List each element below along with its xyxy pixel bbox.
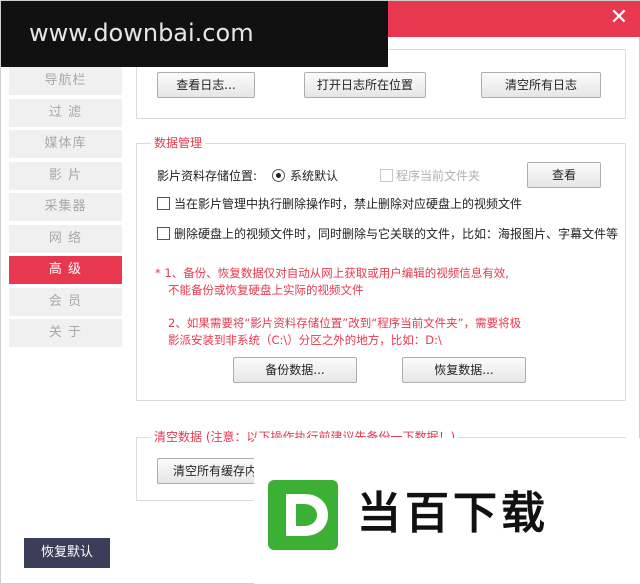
- note-line-1: * 1、备份、恢复数据仅对自动从网上获取或用户编辑的视频信息有效,: [155, 266, 509, 280]
- data-management-title: 数据管理: [151, 136, 206, 150]
- backup-data-button[interactable]: 备份数据...: [233, 357, 357, 383]
- prevent-delete-checkbox[interactable]: [157, 197, 170, 210]
- radio-selected-dot: [276, 173, 281, 178]
- data-management-panel: 数据管理 影片资料存储位置: 系统默认 程序当前文件夹 查看 当在影片管理中执行…: [136, 136, 626, 401]
- prevent-delete-label[interactable]: 当在影片管理中执行删除操作时，禁止删除对应硬盘上的视频文件: [174, 196, 522, 212]
- logo-text: 当百下载: [357, 488, 549, 539]
- restore-data-button[interactable]: 恢复数据...: [402, 357, 526, 383]
- d-logo-icon: [268, 480, 338, 550]
- note-line-3: 2、如果需要将“影片资料存储位置”改到“程序当前文件夹”，需要将极: [168, 316, 522, 330]
- watermark-banner: www.downbai.com: [1, 1, 388, 67]
- radio-system-default-label[interactable]: 系统默认: [290, 168, 338, 184]
- view-storage-button[interactable]: 查看: [527, 162, 601, 188]
- sidebar-item-filter[interactable]: 过 滤: [9, 98, 122, 127]
- option-program-folder-label: 程序当前文件夹: [396, 169, 481, 183]
- note-line-4: 影派安装到非系统（C:\）分区之外的地方，比如：D:\: [168, 333, 442, 347]
- sidebar-item-navbar[interactable]: 导航栏: [9, 67, 122, 95]
- sidebar-item-media-library[interactable]: 媒体库: [9, 130, 122, 158]
- sidebar-item-about[interactable]: 关 于: [9, 319, 122, 347]
- sidebar-item-advanced[interactable]: 高 级: [9, 256, 122, 284]
- storage-location-label: 影片资料存储位置:: [157, 169, 258, 183]
- clear-all-logs-button[interactable]: 清空所有日志: [481, 72, 601, 98]
- sidebar-item-movies[interactable]: 影 片: [9, 161, 122, 190]
- option-program-folder-checkbox: [380, 169, 393, 182]
- sidebar-item-network[interactable]: 网 络: [9, 224, 122, 253]
- delete-related-label[interactable]: 删除硬盘上的视频文件时，同时删除与它关联的文件，比如：海报图片、字幕文件等: [174, 226, 618, 242]
- note-line-2: 不能备份或恢复硬盘上实际的视频文件: [168, 283, 364, 297]
- site-logo-overlay: 当百下载: [254, 438, 640, 584]
- sidebar-item-member[interactable]: 会 员: [9, 287, 122, 316]
- radio-system-default[interactable]: [272, 169, 285, 182]
- sidebar-item-collector[interactable]: 采集器: [9, 193, 122, 221]
- view-logs-button[interactable]: 查看日志...: [157, 72, 255, 98]
- close-icon[interactable]: ✕: [607, 5, 631, 31]
- open-log-location-button[interactable]: 打开日志所在位置: [304, 72, 426, 98]
- sidebar-nav: 导航栏 过 滤 媒体库 影 片 采集器 网 络 高 级 会 员 关 于: [9, 67, 123, 351]
- restore-default-button[interactable]: 恢复默认: [24, 538, 110, 568]
- delete-related-checkbox[interactable]: [157, 227, 170, 240]
- settings-window: ✕ www.downbai.com 导航栏 过 滤 媒体库 影 片 采集器 网 …: [0, 0, 640, 584]
